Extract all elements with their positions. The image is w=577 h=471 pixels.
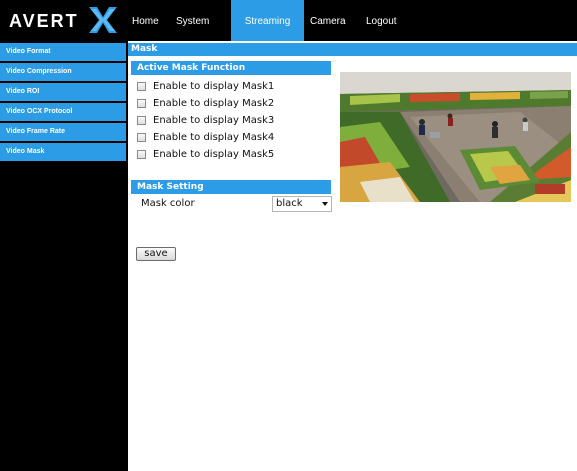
nav-home[interactable]: Home — [132, 0, 159, 41]
sidebar-item-video-mask[interactable]: Video Mask — [0, 143, 126, 161]
top-bar: AVERT Home System Streaming Camera Logou… — [0, 0, 577, 41]
mask-color-value: black — [276, 198, 303, 209]
active-mask-section-header: Active Mask Function — [131, 61, 331, 75]
svg-text:AVERT: AVERT — [9, 11, 79, 31]
mask3-label: Enable to display Mask3 — [153, 114, 275, 126]
nav-camera[interactable]: Camera — [310, 0, 346, 41]
camera-preview-image — [340, 72, 571, 202]
mask1-label: Enable to display Mask1 — [153, 80, 275, 92]
page-title: Mask — [128, 43, 577, 56]
mask-color-select[interactable]: black — [272, 196, 332, 212]
mask3-checkbox[interactable] — [137, 115, 146, 125]
sidebar-item-video-format[interactable]: Video Format — [0, 43, 126, 61]
sidebar-item-video-ocx-protocol[interactable]: Video OCX Protocol — [0, 103, 126, 121]
mask1-row[interactable]: Enable to display Mask1 — [137, 79, 274, 93]
nav-system[interactable]: System — [176, 0, 209, 41]
save-button[interactable]: save — [136, 247, 176, 261]
mask2-row[interactable]: Enable to display Mask2 — [137, 96, 274, 110]
mask3-row[interactable]: Enable to display Mask3 — [137, 113, 274, 127]
mask2-checkbox[interactable] — [137, 98, 146, 108]
mask5-row[interactable]: Enable to display Mask5 — [137, 147, 274, 161]
mask5-checkbox[interactable] — [137, 149, 146, 159]
mask4-checkbox[interactable] — [137, 132, 146, 142]
mask4-row[interactable]: Enable to display Mask4 — [137, 130, 274, 144]
sidebar-item-video-frame-rate[interactable]: Video Frame Rate — [0, 123, 126, 141]
nav-logout[interactable]: Logout — [366, 0, 397, 41]
mask-color-label: Mask color — [141, 198, 195, 209]
nav-streaming[interactable]: Streaming — [231, 0, 304, 41]
avertx-logo: AVERT — [9, 7, 117, 33]
mask-setting-section-header: Mask Setting — [131, 180, 331, 194]
sidebar: Video Format Video Compression Video ROI… — [0, 41, 128, 471]
mask5-label: Enable to display Mask5 — [153, 148, 275, 160]
mask4-label: Enable to display Mask4 — [153, 131, 275, 143]
chevron-down-icon — [322, 202, 328, 206]
sidebar-item-video-roi[interactable]: Video ROI — [0, 83, 126, 101]
mask1-checkbox[interactable] — [137, 81, 146, 91]
mask2-label: Enable to display Mask2 — [153, 97, 275, 109]
sidebar-item-video-compression[interactable]: Video Compression — [0, 63, 126, 81]
